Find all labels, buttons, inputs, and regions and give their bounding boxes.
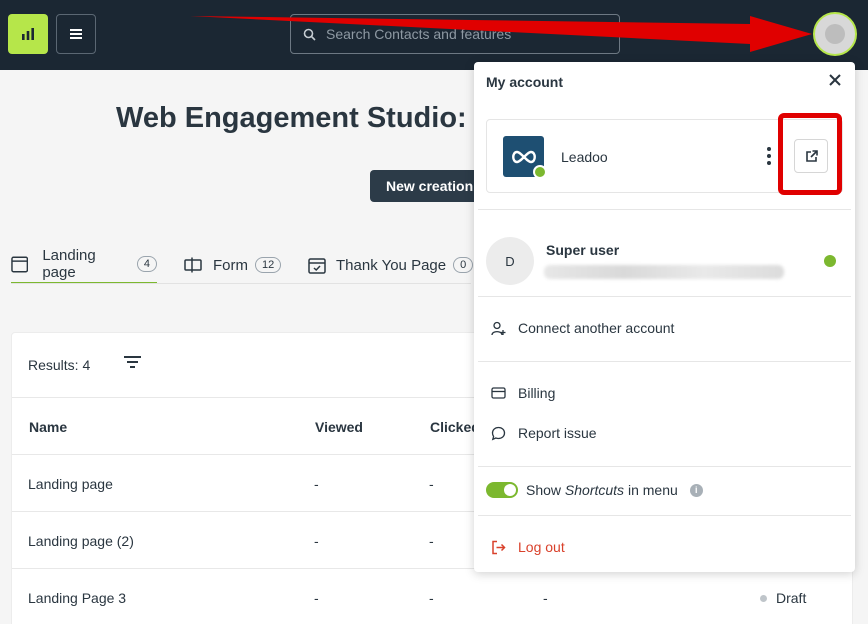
- user-email-blurred: [544, 265, 784, 279]
- status-label: Draft: [776, 590, 807, 606]
- search-box[interactable]: [290, 14, 620, 54]
- shortcuts-label-emphasis: Shortcuts: [564, 482, 625, 498]
- tab-label: Landing page: [42, 247, 96, 281]
- bar-chart-icon: [22, 28, 34, 40]
- row-name[interactable]: Landing page (2): [28, 533, 134, 549]
- logout-item[interactable]: Log out: [490, 539, 565, 555]
- shortcuts-toggle[interactable]: [486, 482, 518, 498]
- row-viewed: -: [314, 533, 319, 549]
- tab-label: Thank You Page: [336, 256, 447, 274]
- connect-account-item[interactable]: Connect another account: [490, 320, 674, 336]
- tab-label: Form: [213, 256, 248, 274]
- infinity-icon: [511, 150, 536, 163]
- tab-count-badge: 0: [453, 257, 474, 273]
- row-name[interactable]: Landing page: [28, 476, 113, 492]
- close-icon[interactable]: [827, 72, 843, 88]
- user-name: Super user: [546, 242, 620, 258]
- tab-form[interactable]: Form 12: [184, 246, 282, 284]
- user-avatar: D: [486, 237, 534, 285]
- hamburger-icon: [70, 29, 82, 39]
- app-logo-button[interactable]: [8, 14, 48, 54]
- column-header-viewed[interactable]: Viewed: [315, 419, 363, 435]
- new-creation-button[interactable]: New creation: [370, 170, 485, 202]
- tab-landing-page[interactable]: Landing page 4: [11, 246, 157, 284]
- divider: [478, 296, 851, 297]
- row-clicked: -: [429, 590, 434, 606]
- search-icon: [303, 28, 316, 41]
- tabs-divider: [11, 283, 471, 284]
- form-field-icon: [184, 257, 202, 273]
- divider: [478, 466, 851, 467]
- tab-thank-you-page[interactable]: Thank You Page 0: [308, 246, 474, 284]
- tab-count-badge: 4: [136, 256, 157, 272]
- row-viewed: -: [314, 590, 319, 606]
- billing-item[interactable]: Billing: [490, 385, 555, 401]
- divider: [478, 209, 851, 210]
- divider: [478, 515, 851, 516]
- verified-check-icon: [533, 165, 547, 179]
- row-extra: -: [543, 590, 548, 606]
- account-menu-title: My account: [486, 74, 564, 90]
- info-icon[interactable]: i: [689, 483, 703, 497]
- column-header-clicked[interactable]: Clicked: [430, 419, 480, 435]
- external-link-icon: [805, 149, 818, 162]
- logout-label: Log out: [518, 539, 565, 555]
- avatar: [825, 24, 845, 44]
- connect-account-label: Connect another account: [518, 320, 675, 336]
- billing-label: Billing: [518, 385, 556, 401]
- row-name[interactable]: Landing Page 3: [28, 590, 126, 606]
- divider: [478, 361, 851, 362]
- chat-bubble-icon: [490, 425, 506, 441]
- results-count: Results: 4: [28, 357, 91, 373]
- credit-card-icon: [490, 385, 506, 401]
- status-dot-icon: [760, 594, 767, 602]
- toggle-knob: [504, 484, 516, 496]
- account-menu: My account Leadoo D Super user Connect a…: [474, 62, 855, 572]
- row-clicked: -: [429, 533, 434, 549]
- shortcuts-label-suffix: in menu: [627, 482, 678, 498]
- open-external-button[interactable]: [794, 139, 828, 173]
- type-tabs: Landing page 4 Form 12 Thank You Page 0: [11, 246, 481, 284]
- browser-window-icon: [11, 256, 29, 272]
- report-issue-label: Report issue: [518, 425, 597, 441]
- status-badge: Draft: [760, 590, 806, 606]
- main-menu-button[interactable]: [56, 14, 96, 54]
- search-input[interactable]: [326, 26, 606, 42]
- more-options-icon[interactable]: [766, 146, 772, 166]
- row-viewed: -: [314, 476, 319, 492]
- shortcuts-toggle-row: Show Shortcuts in menu i: [486, 482, 703, 498]
- page-title: Web Engagement Studio: T: [116, 102, 493, 134]
- organization-card[interactable]: Leadoo: [486, 119, 843, 193]
- row-clicked: -: [429, 476, 434, 492]
- shortcuts-label-prefix: Show: [526, 482, 562, 498]
- tab-count-badge: 12: [255, 257, 282, 273]
- calendar-check-icon: [308, 257, 326, 274]
- filter-icon[interactable]: [124, 355, 141, 369]
- top-bar: [0, 0, 868, 70]
- active-user-check-icon: [824, 255, 836, 267]
- user-avatar-button[interactable]: [813, 12, 857, 56]
- logout-icon: [490, 539, 506, 555]
- column-header-name[interactable]: Name: [29, 419, 67, 435]
- add-user-icon: [490, 320, 506, 336]
- report-issue-item[interactable]: Report issue: [490, 425, 597, 441]
- organization-name: Leadoo: [561, 149, 608, 165]
